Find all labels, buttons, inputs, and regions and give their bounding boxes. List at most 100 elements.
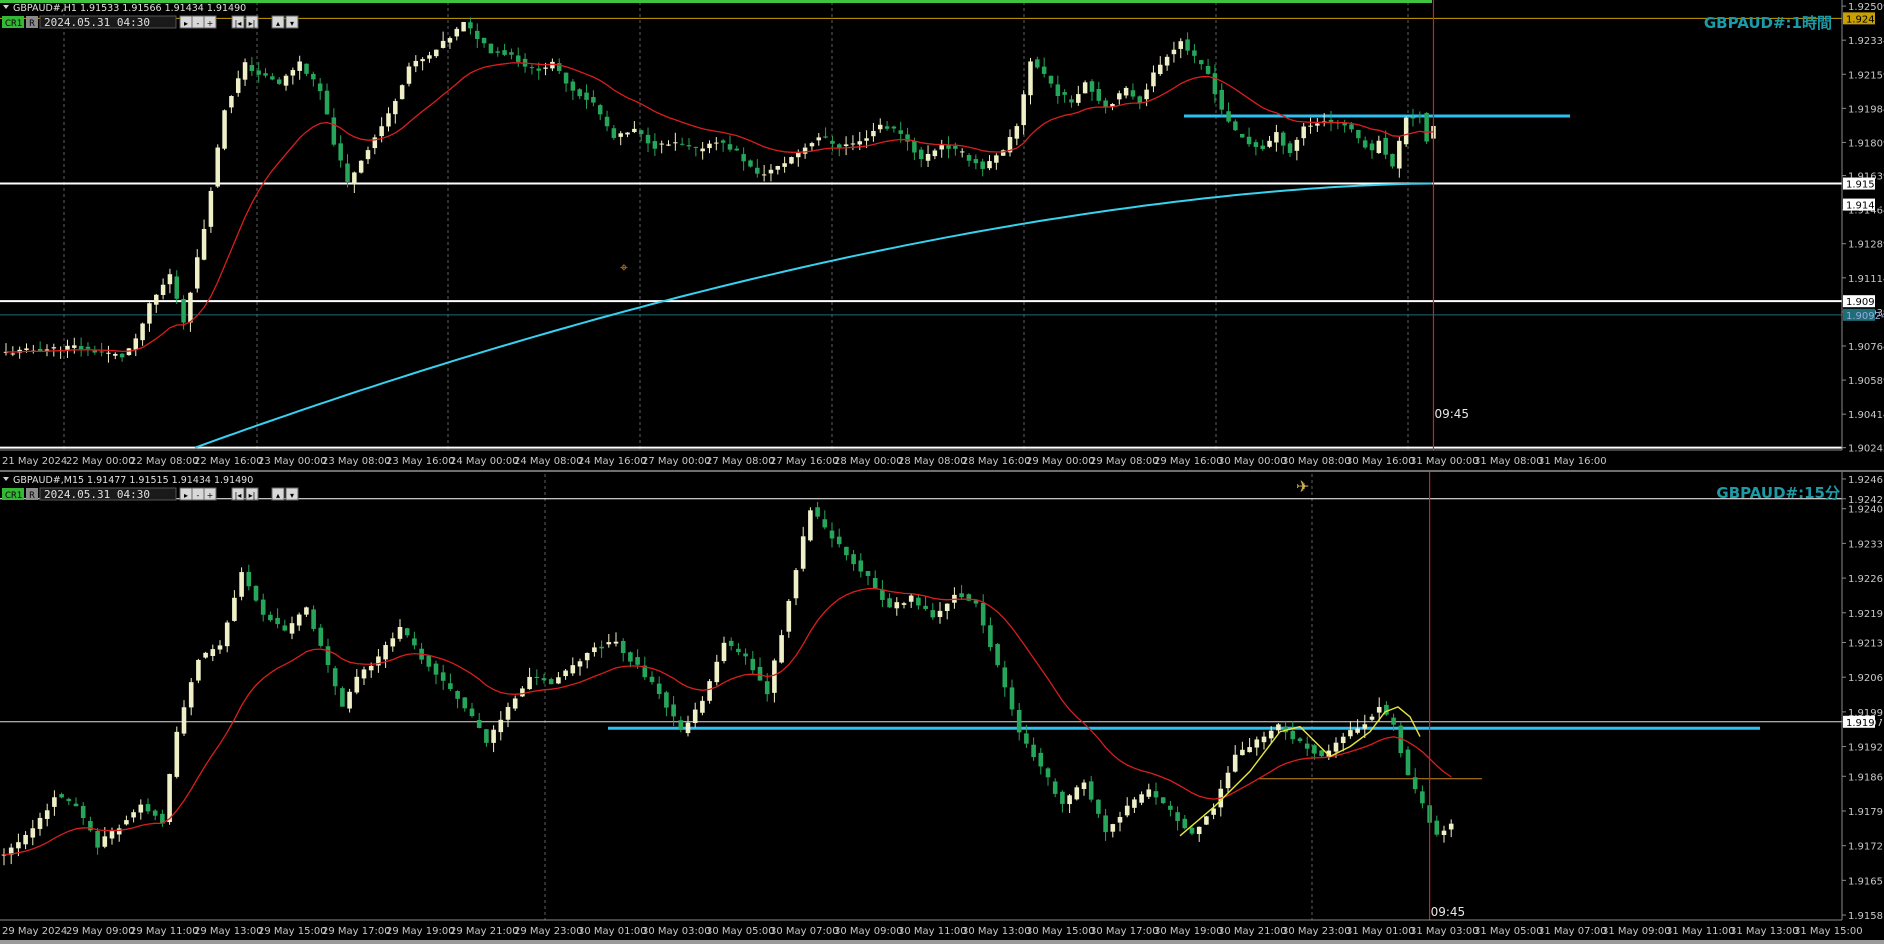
candle-body (154, 294, 159, 305)
candle-body (1403, 117, 1409, 145)
candle-body (229, 95, 234, 108)
drawn-curve-line[interactable] (1179, 706, 1421, 837)
candle-body (727, 144, 733, 150)
candle-body (543, 67, 548, 69)
candle-body (217, 645, 223, 650)
candle-body (85, 346, 91, 349)
candle-body (318, 627, 324, 646)
candle-body (563, 670, 568, 677)
candle-body (591, 97, 596, 103)
r-badge-label: R (29, 491, 35, 501)
candle-body (700, 700, 705, 713)
candle-body (297, 61, 302, 71)
candle-body (23, 834, 28, 845)
time-tick-label: 30 May 08:00 (1282, 456, 1351, 467)
symbol-info-line: GBPAUD#,M15 1.91477 1.91515 1.91434 1.91… (13, 475, 253, 486)
time-tick-label: 29 May 15:00 (258, 926, 327, 937)
candle-body (454, 28, 460, 37)
candle-body (966, 155, 972, 161)
time-tick-label: 30 May 05:00 (706, 926, 775, 937)
candle-body (509, 52, 514, 55)
time-tick-label: 31 May 15:00 (1794, 926, 1863, 937)
candle-body (516, 55, 521, 62)
time-tick-label: 30 May 07:00 (770, 926, 839, 937)
candle-body (147, 303, 152, 324)
candle-body (925, 153, 931, 161)
time-tick-label: 29 May 00:00 (1026, 456, 1095, 467)
candle-body (383, 645, 388, 660)
candle-body (748, 160, 753, 167)
scroll-up-icon: ▴ (276, 491, 280, 500)
candle-body (116, 828, 122, 835)
candle-body (570, 665, 576, 674)
teal-line-price-box-text: 1.90924 (1846, 311, 1884, 322)
candles (1, 501, 1454, 866)
time-tick-label: 31 May 05:00 (1474, 926, 1543, 937)
collapse-icon[interactable] (3, 5, 9, 9)
satellite-marker-icon[interactable]: ✈ (1296, 477, 1309, 496)
time-tick-label: 29 May 09:00 (66, 926, 135, 937)
candle-body (775, 165, 781, 170)
candle-body (397, 626, 403, 639)
candle-body (1369, 716, 1375, 720)
candle-body (51, 347, 57, 349)
candle-body (635, 657, 640, 665)
candle-body (113, 353, 118, 356)
candle-body (700, 148, 705, 152)
candle-body (714, 142, 719, 144)
trading-terminal-window: 09:45 1.92509 1.92334 1.92159 1.91984 1.91809… (0, 0, 1884, 944)
status-bar (0, 940, 1884, 944)
candle-body (1397, 140, 1402, 169)
candle-body (1038, 752, 1044, 767)
candle-body (188, 682, 194, 708)
collapse-icon[interactable] (3, 477, 9, 481)
gold-line-price-box-text: 1.92446 (1846, 14, 1884, 25)
time-tick-label: 30 May 13:00 (962, 926, 1031, 937)
candle-body (808, 510, 813, 541)
candle-body (1267, 140, 1272, 147)
candle-body (224, 622, 230, 647)
candle-body (160, 284, 166, 295)
time-tick-label: 31 May 13:00 (1730, 926, 1799, 937)
current-price-box-text: 1.91490 (1846, 201, 1884, 212)
time-tick-label: 29 May 13:00 (194, 926, 263, 937)
candle-body (1144, 89, 1149, 100)
ma-fast-red-line (5, 62, 1434, 353)
candle-body (1340, 736, 1346, 744)
candle-body (1376, 706, 1382, 713)
candle-body (1417, 115, 1423, 117)
candle-body (686, 145, 692, 147)
time-tick-label: 30 May 21:00 (1218, 926, 1287, 937)
h1-chart-pane[interactable]: 09:45 1.92509 1.92334 1.92159 1.91984 1.91809… (0, 0, 1884, 470)
candle-body (1069, 99, 1074, 103)
candle-body (536, 68, 541, 71)
candle-body (484, 729, 489, 743)
candle-body (755, 167, 760, 174)
candle-body (1204, 816, 1209, 825)
object-marker-icon[interactable]: ⌖ (620, 260, 628, 276)
r-badge-label: R (29, 19, 35, 29)
candle-body (1199, 60, 1204, 65)
time-tick-label: 23 May 16:00 (386, 456, 455, 467)
candle-body (1081, 782, 1087, 789)
candle-body (1139, 794, 1144, 803)
candle-body (44, 810, 50, 819)
candle-body (550, 61, 555, 69)
candle-body (1239, 133, 1245, 138)
candle-body (181, 707, 187, 734)
candle-body (1448, 823, 1454, 830)
candle-body (358, 160, 364, 173)
candle-body (1031, 744, 1036, 758)
candle-body (877, 124, 883, 130)
candle-body (796, 152, 801, 158)
candle-body (1233, 121, 1238, 131)
candle-body (99, 351, 104, 353)
candle-body (475, 30, 480, 40)
time-tick-label: 24 May 16:00 (578, 456, 647, 467)
candle-body (131, 812, 136, 818)
m15-chart-pane[interactable]: 09:451.92461.92421.92401.92331.92261.921… (0, 472, 1884, 940)
time-tick-label: 31 May 08:00 (1474, 456, 1543, 467)
white-line2-price-box-text: 1.90994 (1846, 297, 1884, 308)
candle-body (901, 603, 907, 605)
candle-body (65, 345, 70, 350)
